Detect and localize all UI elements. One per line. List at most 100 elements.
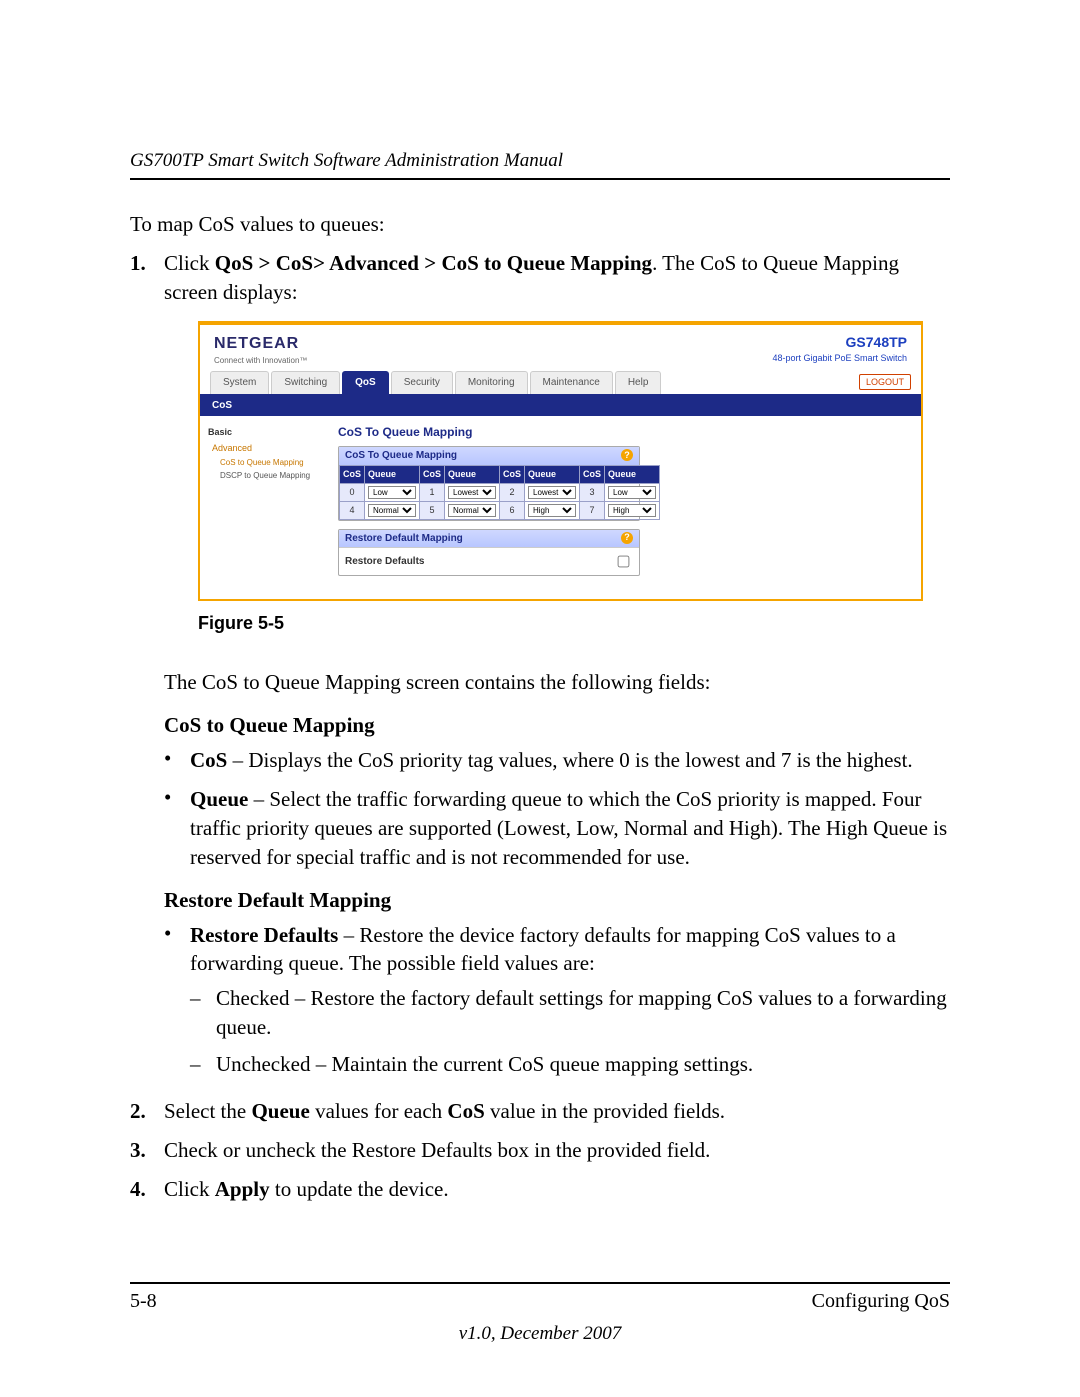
body: To map CoS values to queues: 1. Click Qo… (130, 210, 950, 1204)
left-nav: Basic Advanced CoS to Queue Mapping DSCP… (200, 416, 326, 600)
subtab-cos[interactable]: CoS (200, 396, 921, 416)
step-1: Click QoS > CoS> Advanced > CoS to Queue… (164, 249, 950, 658)
cos-6: 6 (500, 501, 525, 519)
col-cos-1: CoS (420, 466, 445, 483)
sidebar-cos-to-queue[interactable]: CoS to Queue Mapping (220, 457, 318, 468)
panel1-title: CoS To Queue Mapping (345, 449, 457, 463)
footer-rule (130, 1282, 950, 1284)
model-desc: 48-port Gigabit PoE Smart Switch (772, 352, 907, 364)
footer-version: v1.0, December 2007 (130, 1323, 950, 1345)
tab-security[interactable]: Security (391, 371, 453, 394)
page-number: 5-8 (130, 1290, 157, 1313)
bullet-restore-label: Restore Defaults (190, 923, 338, 947)
queue-select-1[interactable]: Lowest (448, 486, 496, 499)
logout-button[interactable]: LOGOUT (859, 374, 911, 390)
brand-tagline: Connect with Innovation™ (214, 355, 307, 366)
col-cos-2: CoS (500, 466, 525, 483)
dash-checked: Checked – Restore the factory default se… (190, 984, 950, 1042)
queue-select-7[interactable]: High (608, 504, 656, 517)
brand-block: NETGEAR Connect with Innovation™ (214, 333, 307, 366)
restore-row: Restore Defaults (339, 547, 639, 575)
header-rule (130, 178, 950, 180)
bullet-restore: Restore Defaults – Restore the device fa… (164, 921, 950, 1088)
queue-select-4[interactable]: Normal (368, 504, 416, 517)
primary-tabs: System Switching QoS Security Monitoring… (200, 370, 921, 396)
step-3: Check or uncheck the Restore Defaults bo… (164, 1136, 950, 1165)
restore-defaults-label: Restore Defaults (345, 555, 424, 569)
queue-select-3[interactable]: Low (608, 486, 656, 499)
brand-logo: NETGEAR (214, 333, 307, 355)
tab-system[interactable]: System (210, 371, 269, 394)
col-queue-0: Queue (365, 466, 420, 483)
queue-select-0[interactable]: Low (368, 486, 416, 499)
step1-path: QoS > CoS> Advanced > CoS to Queue Mappi… (215, 251, 652, 275)
bullet-cos-label: CoS (190, 748, 227, 772)
page-footer: 5-8 Configuring QoS v1.0, December 2007 (130, 1282, 950, 1345)
s4c: to update the device. (270, 1177, 449, 1201)
restore-defaults-checkbox[interactable] (618, 556, 630, 568)
shot-body: Basic Advanced CoS to Queue Mapping DSCP… (200, 416, 921, 600)
sidebar-basic[interactable]: Basic (208, 426, 318, 438)
bullet-queue: Queue – Select the traffic forwarding qu… (164, 785, 950, 872)
col-queue-2: Queue (525, 466, 580, 483)
queue-select-2[interactable]: Lowest (528, 486, 576, 499)
cos-1: 1 (420, 483, 445, 501)
cos-5: 5 (420, 501, 445, 519)
bullet-queue-text: – Select the traffic forwarding queue to… (190, 787, 947, 869)
s2c: values for each (310, 1099, 448, 1123)
tab-switching[interactable]: Switching (271, 371, 340, 394)
restore-panel: Restore Default Mapping ? Restore Defaul… (338, 529, 640, 577)
cos-3: 3 (580, 483, 605, 501)
step1-prefix: Click (164, 251, 215, 275)
dash-unchecked-text: Unchecked – Maintain the current CoS que… (216, 1050, 950, 1079)
figure-caption: Figure 5-5 (198, 611, 950, 636)
tab-qos[interactable]: QoS (342, 371, 389, 394)
step-number-2: 2. (130, 1097, 164, 1126)
intro-text: To map CoS values to queues: (130, 210, 950, 239)
s2b: Queue (251, 1099, 309, 1123)
figure-5-5: NETGEAR Connect with Innovation™ GS748TP… (198, 321, 950, 601)
s4a: Click (164, 1177, 215, 1201)
manual-page: GS700TP Smart Switch Software Administra… (0, 0, 1080, 1397)
cos-queue-panel: CoS To Queue Mapping ? CoS Queue CoS (338, 446, 640, 520)
s2a: Select the (164, 1099, 251, 1123)
cos-2: 2 (500, 483, 525, 501)
footer-section-title: Configuring QoS (812, 1290, 950, 1313)
after-figure-text: The CoS to Queue Mapping screen contains… (164, 668, 950, 697)
queue-select-6[interactable]: High (528, 504, 576, 517)
cos-7: 7 (580, 501, 605, 519)
step-number-1: 1. (130, 249, 164, 658)
col-queue-1: Queue (445, 466, 500, 483)
restore-panel-header: Restore Default Mapping ? (339, 530, 639, 548)
tab-monitoring[interactable]: Monitoring (455, 371, 528, 394)
sidebar-dscp-to-queue[interactable]: DSCP to Queue Mapping (220, 470, 318, 481)
dash-unchecked: Unchecked – Maintain the current CoS que… (190, 1050, 950, 1079)
dash-checked-text: Checked – Restore the factory default se… (216, 984, 950, 1042)
screenshot: NETGEAR Connect with Innovation™ GS748TP… (198, 321, 923, 601)
help-icon[interactable]: ? (621, 449, 633, 461)
section-cos-to-queue: CoS to Queue Mapping (164, 711, 950, 740)
model-block: GS748TP 48-port Gigabit PoE Smart Switch (772, 333, 907, 366)
col-cos-3: CoS (580, 466, 605, 483)
bullet-cos: CoS – Displays the CoS priority tag valu… (164, 746, 950, 775)
page-title: CoS To Queue Mapping (338, 424, 909, 441)
queue-select-5[interactable]: Normal (448, 504, 496, 517)
help-icon-2[interactable]: ? (621, 532, 633, 544)
s2d: CoS (447, 1099, 484, 1123)
cos-4: 4 (340, 501, 365, 519)
tab-help[interactable]: Help (615, 371, 662, 394)
cos-queue-panel-header: CoS To Queue Mapping ? (339, 447, 639, 465)
step-number-4: 4. (130, 1175, 164, 1204)
panel2-title: Restore Default Mapping (345, 532, 463, 546)
step-4: Click Apply to update the device. (164, 1175, 950, 1204)
cos-0: 0 (340, 483, 365, 501)
shot-header: NETGEAR Connect with Innovation™ GS748TP… (200, 325, 921, 370)
sidebar-advanced[interactable]: Advanced (212, 442, 318, 454)
model-name: GS748TP (772, 333, 907, 352)
running-header: GS700TP Smart Switch Software Administra… (130, 150, 950, 172)
step-number-3: 3. (130, 1136, 164, 1165)
s4b: Apply (215, 1177, 270, 1201)
main-panel: CoS To Queue Mapping CoS To Queue Mappin… (326, 416, 921, 600)
section-restore-default: Restore Default Mapping (164, 886, 950, 915)
tab-maintenance[interactable]: Maintenance (530, 371, 613, 394)
